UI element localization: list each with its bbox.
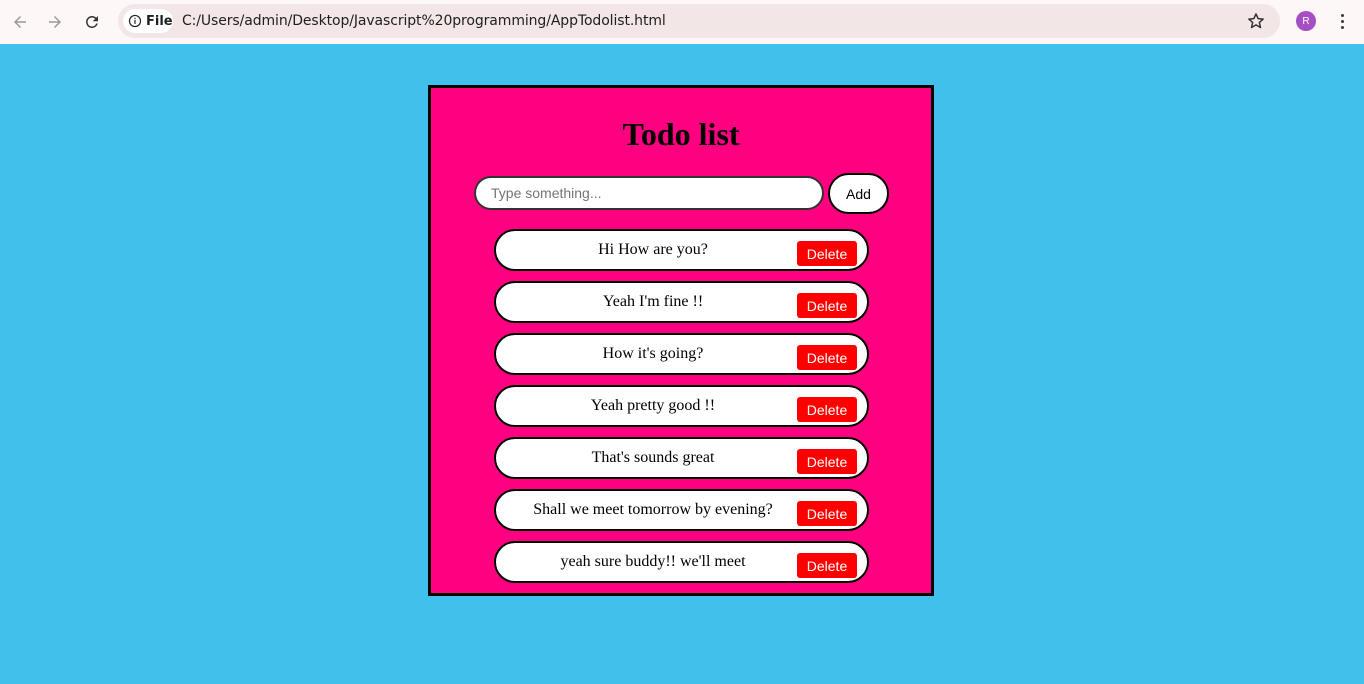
todo-item-text: Yeah I'm fine !! <box>602 293 704 310</box>
browser-menu-button[interactable] <box>1332 10 1352 32</box>
menu-dot <box>1340 25 1344 29</box>
todo-item-text: How it's going? <box>602 345 704 362</box>
todo-item-text: Hi How are you? <box>598 241 708 258</box>
todo-card: Todo list Add Hi How are you? Delete Yea… <box>428 85 934 596</box>
url-text[interactable]: C:/Users/admin/Desktop/Javascript%20prog… <box>182 13 666 29</box>
add-button[interactable]: Add <box>828 173 889 214</box>
address-bar[interactable]: File C:/Users/admin/Desktop/Javascript%2… <box>118 4 1280 38</box>
page-title: Todo list <box>622 116 740 152</box>
todo-item: yeah sure buddy!! we'll meet Delete <box>494 541 869 583</box>
forward-button[interactable] <box>41 8 69 36</box>
info-icon <box>128 14 142 28</box>
delete-button[interactable]: Delete <box>797 501 857 526</box>
site-info-chip[interactable]: File <box>123 9 173 33</box>
todo-item: Shall we meet tomorrow by evening? Delet… <box>494 489 869 531</box>
todo-item: Hi How are you? Delete <box>494 229 869 271</box>
browser-toolbar: File C:/Users/admin/Desktop/Javascript%2… <box>0 0 1364 44</box>
reload-button[interactable] <box>78 8 106 36</box>
delete-button[interactable]: Delete <box>797 293 857 318</box>
todo-item: How it's going? Delete <box>494 333 869 375</box>
back-button[interactable] <box>6 8 34 36</box>
delete-button[interactable]: Delete <box>797 449 857 474</box>
todo-list: Hi How are you? Delete Yeah I'm fine !! … <box>494 229 869 593</box>
profile-avatar[interactable]: R <box>1296 11 1316 31</box>
todo-item-text: Yeah pretty good !! <box>590 397 716 414</box>
arrow-right-icon <box>49 16 61 28</box>
delete-button[interactable]: Delete <box>797 345 857 370</box>
todo-item: That's sounds great Delete <box>494 437 869 479</box>
reload-icon <box>86 16 98 28</box>
arrow-left-icon <box>14 16 26 28</box>
todo-item: Yeah I'm fine !! Delete <box>494 281 869 323</box>
todo-item-text: That's sounds great <box>591 449 715 466</box>
todo-item-text: Shall we meet tomorrow by evening? <box>533 501 773 518</box>
file-label: File <box>146 13 173 29</box>
todo-item: Yeah pretty good !! Delete <box>494 385 869 427</box>
todo-input[interactable] <box>474 176 824 210</box>
delete-button[interactable]: Delete <box>797 553 857 578</box>
menu-dot <box>1340 13 1344 17</box>
bookmark-star-icon[interactable] <box>1246 11 1266 31</box>
todo-item-text: yeah sure buddy!! we'll meet <box>560 553 746 570</box>
delete-button[interactable]: Delete <box>797 241 857 266</box>
delete-button[interactable]: Delete <box>797 397 857 422</box>
menu-dot <box>1340 19 1344 23</box>
